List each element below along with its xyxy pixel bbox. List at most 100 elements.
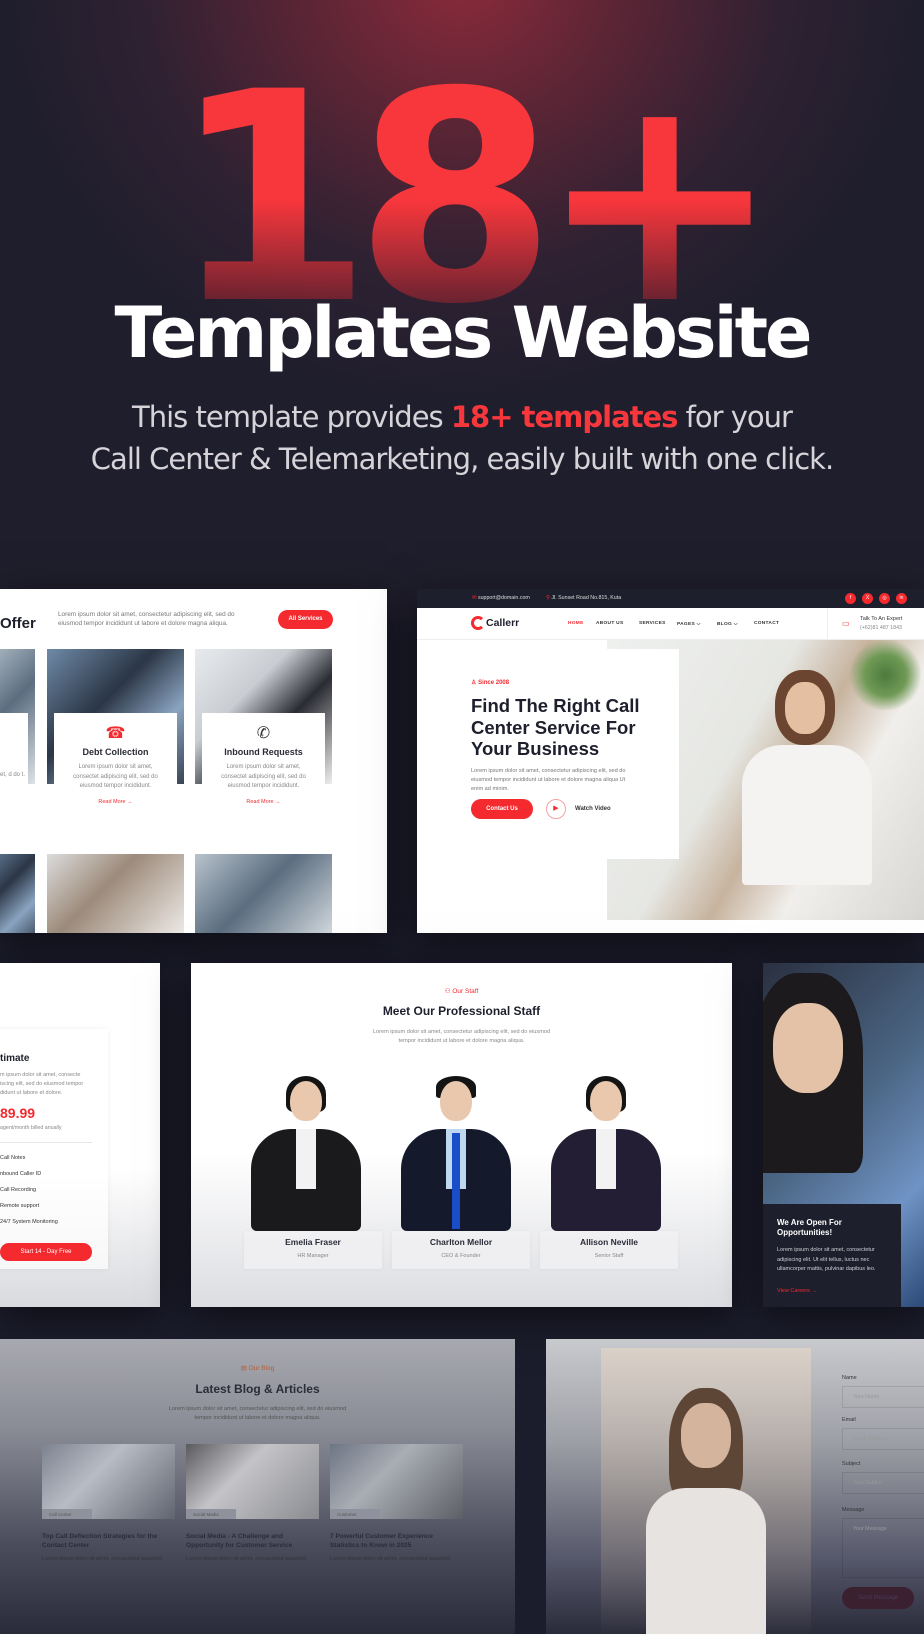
blog-category: Social Media (186, 1509, 236, 1519)
blog-post[interactable]: Customer 7 Powerful Customer Experience … (330, 1444, 463, 1562)
staff-photo (541, 1071, 671, 1231)
plan-name: timate (0, 1053, 30, 1064)
contact-us-button[interactable]: Contact Us (471, 799, 533, 819)
service-card-description: Lorem ipsum dolor sit amet, consectet ad… (221, 764, 306, 789)
blog-title[interactable]: Social Media - A Challenge and Opportuni… (186, 1533, 319, 1550)
subject-input[interactable]: Your Subject (842, 1472, 924, 1494)
read-more-link[interactable]: Read More → (54, 799, 177, 805)
hero-content-box: ♙ Since 2008 Find The Right Call Center … (417, 649, 679, 859)
service-photo (47, 854, 184, 933)
subtitle-text: This template provides (132, 400, 451, 434)
mail-icon: ✉ (472, 595, 477, 601)
pricing-card: timate m ipsum dolor sit amet, consecte … (0, 1029, 108, 1269)
address-info: ⚲ Jl. Sunset Road No.815, Kuta (546, 595, 622, 601)
facebook-icon[interactable]: f (845, 593, 856, 604)
staff-name: Emelia Fraser (285, 1237, 341, 1247)
blog-post[interactable]: Call Center Top Call Deflection Strategi… (42, 1444, 175, 1562)
hero-headline: Find The Right Call Center Service For Y… (471, 695, 640, 759)
phone-icon: ☎ (105, 725, 126, 742)
name-input[interactable]: Your Name (842, 1386, 924, 1408)
staff-card[interactable]: Allison Neville Senior Staff (540, 1231, 678, 1269)
blog-title[interactable]: Top Call Deflection Strategies for the C… (42, 1533, 175, 1550)
x-twitter-icon[interactable]: X (862, 593, 873, 604)
section-tag: ⚇ Our Staff (444, 988, 479, 995)
contact-preview: Name Your Name Email Email Address Subje… (546, 1339, 924, 1634)
watch-video-link[interactable]: Watch Video (575, 806, 611, 812)
play-icon[interactable]: ▶ (546, 799, 566, 819)
hero-description: Lorem ipsum dolor sit amet, consectetur … (471, 768, 626, 792)
hero-title: Templates Website (114, 292, 812, 374)
all-services-button[interactable]: All Services (278, 610, 333, 629)
divider (0, 1142, 92, 1143)
subtitle-text-end: for your (677, 400, 793, 434)
plan-feature: Call Recording (0, 1187, 37, 1193)
staff-role: CEO & Founder (441, 1253, 481, 1259)
career-preview: We Are Open For Opportunities! Lorem ips… (763, 963, 924, 1307)
staff-card[interactable]: Charlton Mellor CEO & Founder (392, 1231, 530, 1269)
subtitle-highlight: 18+ templates (450, 400, 679, 434)
section-description: Lorem ipsum dolor sit amet, consectetur … (372, 1029, 551, 1044)
subtitle-line-2: Call Center & Telemarketing, easily buil… (90, 442, 834, 476)
read-more-link[interactable]: Read More → (202, 799, 325, 805)
start-trial-button[interactable]: Start 14 - Day Free (0, 1243, 92, 1261)
message-input[interactable]: Your Message (842, 1518, 924, 1578)
pricing-preview: timate m ipsum dolor sit amet, consecte … (0, 963, 160, 1307)
section-title: Meet Our Professional Staff (382, 1004, 541, 1018)
services-preview: Offer Lorem ipsum dolor sit amet, consec… (0, 589, 387, 933)
blog-image: Customer (330, 1444, 463, 1519)
plant (847, 640, 924, 710)
nav-services[interactable]: SERVICES (639, 621, 666, 626)
plan-feature: 24/7 System Monitoring (0, 1219, 58, 1225)
plan-feature: Remote support (0, 1203, 40, 1209)
blog-excerpt: Lorem ipsum dolor sit amet, consectetur … (330, 1556, 451, 1562)
service-card[interactable]: ☎ Debt Collection Lorem ipsum dolor sit … (54, 713, 177, 813)
logo[interactable]: Callerr (471, 616, 519, 630)
career-description: Lorem ipsum dolor sit amet, consectetur … (777, 1247, 876, 1272)
blog-image: Call Center (42, 1444, 175, 1519)
services-description: Lorem ipsum dolor sit amet, consectetur … (58, 611, 235, 627)
blog-preview: ▤ Our Blog Latest Blog & Articles Lorem … (0, 1339, 515, 1634)
staff-preview: ⚇ Our Staff Meet Our Professional Staff … (191, 963, 732, 1307)
service-card[interactable]: ✆ Inbound Requests Lorem ipsum dolor sit… (202, 713, 325, 813)
agent-face (785, 682, 825, 734)
email-label: Email (842, 1417, 856, 1423)
plan-feature: Call Notes (0, 1155, 26, 1161)
staff-photo (241, 1071, 371, 1231)
talk-to-expert[interactable]: ▭ Talk To An Expert (+62)81 487 1843 (827, 608, 902, 640)
send-message-button[interactable]: Send Message (842, 1587, 914, 1609)
staff-role: Senior Staff (594, 1253, 624, 1259)
career-title: We Are Open For Opportunities! (777, 1218, 842, 1237)
navbar: Callerr HOME ABOUT US SERVICES PAGES ⌵ B… (417, 608, 924, 640)
view-careers-link[interactable]: View Careers → (777, 1288, 817, 1294)
staff-card[interactable]: Emelia Fraser HR Manager (244, 1231, 382, 1269)
nav-contact[interactable]: CONTACT (754, 621, 779, 626)
nav-home[interactable]: HOME (568, 621, 584, 626)
contact-photo (601, 1348, 811, 1634)
blog-excerpt: Lorem ipsum dolor sit amet, consectetur … (186, 1556, 307, 1562)
blog-category: Customer (330, 1509, 380, 1519)
document-icon: ▤ (240, 1365, 247, 1372)
award-icon: ♙ (471, 680, 477, 686)
service-photo (195, 854, 332, 933)
blog-post[interactable]: Social Media Social Media - A Challenge … (186, 1444, 319, 1562)
nav-about-us[interactable]: ABOUT US (596, 621, 623, 626)
nav-blog[interactable]: BLOG ⌵ (717, 621, 738, 627)
email-info: ✉ support@domain.com (472, 595, 530, 601)
staff-name: Allison Neville (579, 1237, 639, 1247)
career-box: We Are Open For Opportunities! Lorem ips… (763, 1204, 901, 1307)
name-label: Name (842, 1375, 857, 1381)
blog-title[interactable]: 7 Powerful Customer Experience Statistic… (330, 1533, 463, 1550)
hero-subtitle: This template provides 18+ templates for… (0, 396, 924, 480)
plan-description: m ipsum dolor sit amet, consecte iscing … (0, 1072, 84, 1096)
inbound-call-icon: ✆ (256, 725, 271, 742)
instagram-icon[interactable]: ◎ (879, 593, 890, 604)
nav-pages[interactable]: PAGES ⌵ (677, 621, 701, 627)
logo-mark-icon (471, 616, 485, 630)
website-hero-preview: ✉ support@domain.com ⚲ Jl. Sunset Road N… (417, 589, 924, 933)
service-photo (0, 854, 35, 933)
service-card-partial: et, d do t. (0, 713, 28, 813)
plan-feature: nbound Caller ID (0, 1171, 42, 1177)
services-title: Offer (0, 615, 36, 632)
linkedin-icon[interactable]: in (896, 593, 907, 604)
email-input[interactable]: Email Address (842, 1428, 924, 1450)
